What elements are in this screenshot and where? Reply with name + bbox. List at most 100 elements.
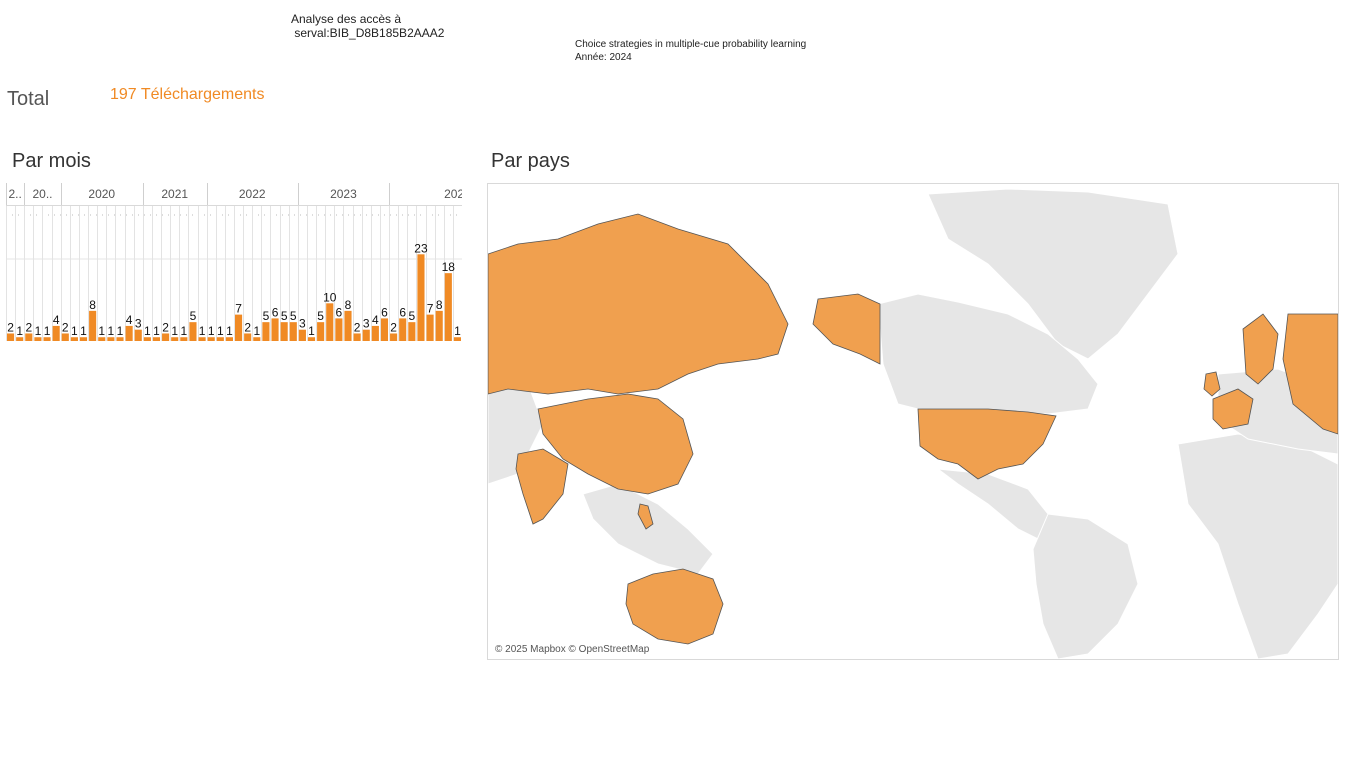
bar-label: 10 — [323, 290, 337, 304]
bar-label: 1 — [308, 324, 315, 338]
bar-label: 1 — [35, 324, 42, 338]
bar-label: 1 — [226, 324, 233, 338]
bar-label: 6 — [272, 305, 279, 319]
bar — [298, 329, 306, 341]
publication-info: Choice strategies in multiple-cue probab… — [575, 38, 806, 64]
bar-label: 2 — [25, 320, 32, 334]
bar-label: 5 — [281, 309, 288, 323]
bar-label: 1 — [80, 324, 87, 338]
bar-label: 7 — [427, 302, 434, 316]
bar-label: 1 — [180, 324, 187, 338]
bar-label: 8 — [89, 298, 96, 312]
monthly-section-title: Par mois — [12, 150, 91, 172]
title-line-2: serval:BIB_D8B185B2AAA2 — [291, 26, 445, 40]
bar-label: 6 — [399, 305, 406, 319]
bar-label: 5 — [190, 309, 197, 323]
bar-label: 1 — [253, 324, 260, 338]
bar — [189, 322, 197, 341]
bar-label: 23 — [414, 241, 428, 255]
bar-label: 5 — [263, 309, 270, 323]
bar — [262, 322, 270, 341]
bar — [25, 333, 33, 341]
bar-label: 1 — [217, 324, 224, 338]
bar — [417, 254, 425, 341]
bar — [390, 333, 398, 341]
group-label: 2020 — [88, 187, 115, 201]
bar-label: 1 — [199, 324, 206, 338]
bar — [317, 322, 325, 341]
group-label: 2022 — [239, 187, 266, 201]
bar-label: 1 — [98, 324, 105, 338]
title-line-1: Analyse des accès à — [291, 12, 402, 26]
bar-label: 2 — [62, 320, 69, 334]
bar-label: 2 — [162, 320, 169, 334]
bar — [426, 314, 434, 341]
bar-label: 3 — [299, 317, 306, 331]
bar-label: 1 — [144, 324, 151, 338]
bar — [444, 273, 452, 341]
bar-label: 1 — [208, 324, 215, 338]
world-map[interactable]: © 2025 Mapbox © OpenStreetMap — [487, 183, 1339, 660]
bar-label: 2 — [390, 320, 397, 334]
bar-label: 6 — [381, 305, 388, 319]
bar-label: 5 — [290, 309, 297, 323]
bar — [271, 318, 279, 341]
bar-label: 4 — [126, 313, 133, 327]
page-title: Analyse des accès à serval:BIB_D8B185B2A… — [291, 12, 444, 40]
bar — [408, 322, 416, 341]
bar — [7, 333, 15, 341]
bar — [244, 333, 252, 341]
bar — [399, 318, 407, 341]
bar — [61, 333, 69, 341]
bar — [280, 322, 288, 341]
bar — [162, 333, 170, 341]
bar-label: 4 — [372, 313, 379, 327]
bar — [371, 325, 379, 341]
bar — [435, 310, 443, 341]
total-downloads: 197 Téléchargements — [110, 86, 265, 103]
bar-label: 1 — [153, 324, 160, 338]
bar — [89, 310, 97, 341]
bar — [344, 310, 352, 341]
bar-label: 2 — [354, 320, 361, 334]
bar-label: 8 — [345, 298, 352, 312]
bar — [380, 318, 389, 341]
bar-label: 2 — [7, 320, 14, 334]
bar-label: 1 — [454, 324, 461, 338]
bar-label: 1 — [171, 324, 178, 338]
bar — [125, 325, 133, 341]
bar-label: 6 — [336, 305, 343, 319]
bar-label: 4 — [53, 313, 60, 327]
bar — [326, 303, 334, 341]
bar-label: 2 — [244, 320, 251, 334]
bar — [235, 314, 243, 341]
bar — [289, 322, 297, 341]
country-section-title: Par pays — [491, 150, 570, 172]
group-label: 2021 — [161, 187, 188, 201]
total-label: Total — [7, 88, 50, 110]
bar-label: 3 — [135, 317, 142, 331]
bar-label: 18 — [442, 260, 456, 274]
bar — [362, 329, 370, 341]
monthly-bar-chart[interactable]: 2..20..202020212022202320242025212114211… — [6, 183, 462, 345]
bar-label: 7 — [235, 302, 242, 316]
bar-label: 8 — [436, 298, 443, 312]
world-map-canvas[interactable] — [488, 184, 1338, 659]
bar-label: 5 — [408, 309, 415, 323]
group-label: 2024 — [444, 187, 462, 201]
bar-label: 3 — [363, 317, 370, 331]
group-label: 20.. — [32, 187, 52, 201]
bar-label: 1 — [108, 324, 115, 338]
map-attribution: © 2025 Mapbox © OpenStreetMap — [495, 644, 650, 655]
bar — [134, 329, 142, 341]
bar-label: 1 — [117, 324, 124, 338]
group-label: 2023 — [330, 187, 357, 201]
bar-label: 5 — [317, 309, 324, 323]
bar — [335, 318, 343, 341]
bar-label: 1 — [16, 324, 23, 338]
bar-label: 1 — [71, 324, 78, 338]
bar — [353, 333, 361, 341]
bar-label: 1 — [44, 324, 51, 338]
group-label: 2.. — [8, 187, 21, 201]
publication-title: Choice strategies in multiple-cue probab… — [575, 39, 807, 50]
